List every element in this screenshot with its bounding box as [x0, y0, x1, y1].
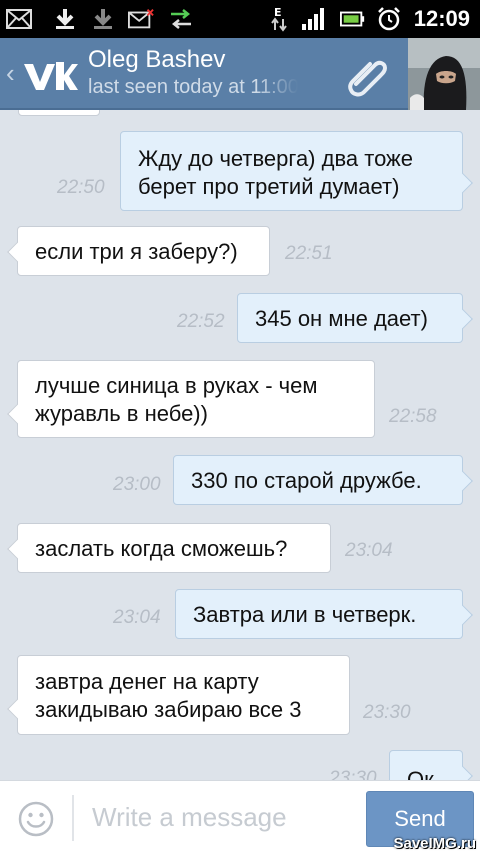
bubble-tail	[7, 242, 27, 262]
divider	[72, 795, 74, 841]
message-text-line: Жду до четверга) два тоже	[138, 146, 414, 171]
signal-icon	[300, 7, 326, 31]
message-time: 22:58	[389, 406, 437, 427]
message-bubble: Жду до четверга) два тоже берет про трет…	[120, 131, 473, 211]
message-bubble: лучше синица в руках - чем журавль в неб…	[7, 360, 375, 438]
message-composer: Send SaveIMG.ru	[0, 780, 480, 854]
message-bubble-partial	[18, 110, 100, 116]
message-text-line: журавль в небе))	[35, 401, 208, 426]
data-arrows-icon: E	[266, 6, 292, 32]
message-text-line: 345 он мне дает)	[255, 306, 428, 331]
message-time: 22:52	[177, 311, 225, 332]
smiley-icon[interactable]	[18, 801, 54, 837]
status-time: 12:09	[413, 6, 470, 31]
message-time: 22:50	[57, 177, 105, 198]
bubble-tail	[453, 309, 473, 329]
watermark: SaveIMG.ru	[393, 835, 476, 852]
message-time: 23:30	[363, 702, 411, 723]
bubble-tail	[453, 766, 473, 780]
alarm-icon	[376, 7, 402, 31]
message-text-line: 330 по старой дружбе.	[191, 468, 422, 493]
sync-icon	[168, 7, 194, 31]
message-text-line: Ок	[407, 767, 434, 780]
avatar[interactable]	[408, 38, 480, 110]
message-text-line: берет про третий думает)	[138, 174, 400, 199]
bubble-tail	[7, 699, 27, 719]
status-bar: E 12:09	[0, 0, 480, 38]
message-list[interactable]: 22:50 Жду до четверга) два тоже берет пр…	[0, 110, 480, 780]
message-text-line: завтра денег на карту	[35, 669, 259, 694]
message-text-line: лучше синица в руках - чем	[35, 373, 318, 398]
message-bubble: Завтра или в четверк.	[175, 589, 473, 639]
chat-header: ‹ Oleg Bashev last seen today at 11:00	[0, 38, 480, 110]
message-text-line: закидываю забираю все 3	[35, 697, 302, 722]
download-icon	[52, 7, 78, 31]
message-bubble: 330 по старой дружбе.	[173, 455, 473, 505]
bubble-tail	[7, 404, 27, 424]
message-time: 23:04	[113, 607, 161, 628]
mail-icon	[6, 7, 32, 31]
bubble-tail	[453, 173, 473, 193]
message-time: 23:04	[345, 540, 393, 561]
message-bubble: завтра денег на карту закидываю забираю …	[7, 655, 350, 735]
bubble-tail	[7, 539, 27, 559]
last-seen-status: last seen today at 11:00	[88, 76, 298, 98]
message-time: 23:00	[113, 474, 161, 495]
message-bubble: 345 он мне дает)	[237, 293, 473, 343]
message-bubble: если три я заберу?)	[7, 226, 270, 276]
message-text-line: если три я заберу?)	[35, 239, 238, 264]
svg-text:E: E	[274, 6, 282, 19]
message-input[interactable]	[92, 797, 352, 837]
vk-logo[interactable]	[22, 54, 78, 94]
message-bubble: заслать когда сможешь?	[7, 523, 331, 573]
battery-icon	[340, 7, 366, 31]
bubble-tail	[453, 471, 473, 491]
message-text-line: заслать когда сможешь?	[35, 536, 288, 561]
message-text-line: Завтра или в четверк.	[193, 602, 417, 627]
message-time: 23:30	[329, 768, 377, 780]
download-icon	[90, 7, 116, 31]
paperclip-icon[interactable]	[342, 52, 392, 98]
message-time: 22:51	[285, 243, 333, 264]
mail-error-icon	[128, 7, 154, 31]
bubble-tail	[453, 605, 473, 625]
message-bubble: Ок	[389, 750, 473, 780]
back-chevron-icon[interactable]: ‹	[6, 58, 15, 89]
contact-name[interactable]: Oleg Bashev	[88, 46, 225, 74]
